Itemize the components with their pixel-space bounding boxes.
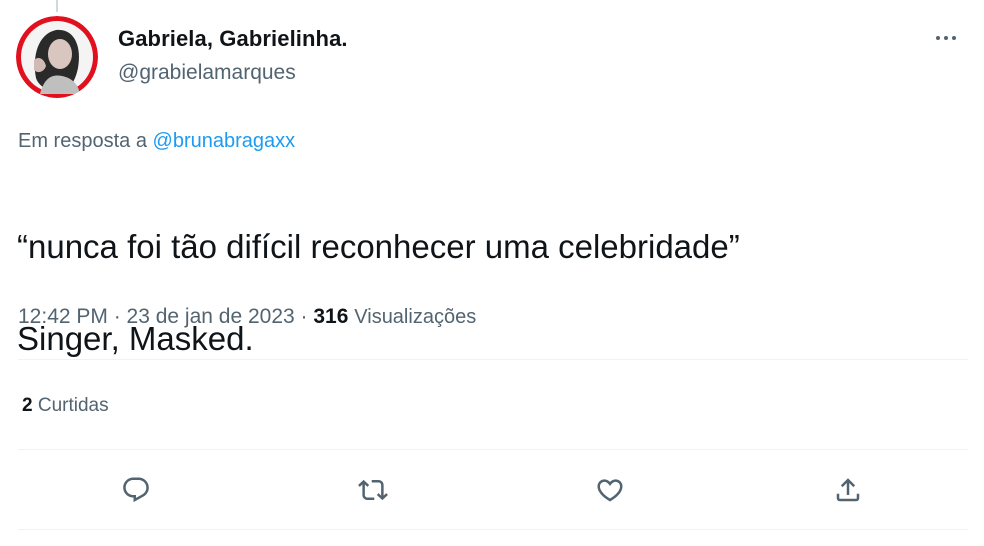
tweet-text: “nunca foi tão difícil reconhecer uma ce… [17,178,957,408]
likes-stat[interactable]: 2 Curtidas [22,395,109,417]
tweet-meta: 12:42 PM · 23 de jan de 2023 · 316 Visua… [18,305,476,329]
share-icon [836,478,860,502]
tweet-text-line: “nunca foi tão difícil reconhecer uma ce… [17,228,740,265]
like-button[interactable] [591,471,629,509]
more-icon[interactable] [936,36,966,44]
author-handle[interactable]: @grabielamarques [118,61,296,85]
like-icon [597,479,623,502]
reply-prefix: Em resposta a [18,130,147,152]
more-dot [936,36,940,40]
likes-label: Curtidas [37,395,109,416]
likes-count: 2 [22,395,33,416]
reply-context: Em resposta a @brunabragaxx [18,130,295,153]
views-count: 316 [313,305,349,328]
reply-icon [123,477,149,503]
more-dot [952,36,956,40]
divider [18,449,968,450]
more-dot [944,36,948,40]
retweet-icon [358,479,388,501]
avatar-image [16,16,98,98]
divider [18,359,968,360]
tweet-timestamp[interactable]: 12:42 PM · 23 de jan de 2023 · [18,305,313,328]
views-label: Visualizações [354,306,477,328]
reply-button[interactable] [117,471,155,509]
author-display-name[interactable]: Gabriela, Gabrielinha. [118,26,348,52]
reply-mention-link[interactable]: @brunabragaxx [153,130,296,152]
retweet-button[interactable] [354,471,392,509]
avatar[interactable] [16,16,98,98]
share-button[interactable] [829,471,867,509]
divider [18,529,968,530]
thread-line [56,0,58,12]
